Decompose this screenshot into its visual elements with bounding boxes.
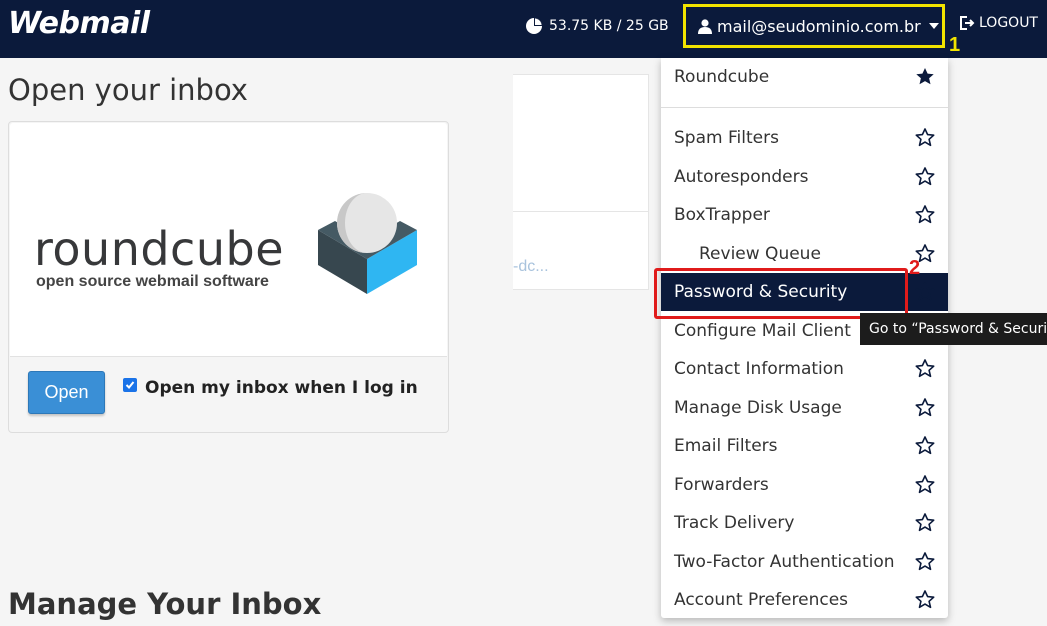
roundcube-wordmark: roundcube: [34, 222, 284, 276]
star-outline-icon[interactable]: [915, 475, 935, 494]
star-outline-icon[interactable]: [915, 398, 935, 417]
logout-icon: [960, 16, 975, 30]
menu-item-contact-information[interactable]: Contact Information: [661, 350, 948, 388]
user-icon: [698, 18, 712, 34]
star-outline-icon[interactable]: [915, 359, 935, 378]
menu-item-label: Contact Information: [674, 359, 844, 379]
disk-usage: 53.75 KB / 25 GB: [525, 14, 669, 38]
star-outline-icon[interactable]: [915, 513, 935, 532]
star-filled-icon[interactable]: [915, 67, 935, 86]
tooltip: Go to “Password & Security”: [860, 313, 1047, 345]
menu-item-account-preferences[interactable]: Account Preferences: [661, 581, 948, 619]
menu-item-label: Email Filters: [674, 436, 778, 456]
star-outline-icon[interactable]: [915, 552, 935, 571]
menu-item-forwarders[interactable]: Forwarders: [661, 466, 948, 504]
menu-divider: [661, 107, 948, 108]
top-navbar: Webmail 53.75 KB / 25 GB mail@seudominio…: [0, 0, 1047, 58]
star-outline-icon[interactable]: [915, 205, 935, 224]
roundcube-logo-icon: [318, 193, 417, 294]
star-outline-icon[interactable]: [915, 167, 935, 186]
disk-usage-text: 53.75 KB / 25 GB: [549, 18, 669, 34]
menu-item-label: Account Preferences: [674, 590, 849, 610]
card-fragment-text: -dc...: [513, 258, 549, 275]
menu-item-manage-disk-usage[interactable]: Manage Disk Usage: [661, 389, 948, 427]
menu-item-label: Configure Mail Client: [674, 321, 851, 341]
annotation-1: 1: [949, 34, 961, 56]
star-outline-icon[interactable]: [915, 128, 935, 147]
star-outline-icon[interactable]: [915, 436, 935, 455]
menu-item-label: Roundcube: [674, 67, 770, 87]
star-outline-icon[interactable]: [915, 590, 935, 609]
user-email: mail@seudominio.com.br: [717, 16, 921, 36]
pie-chart-icon: [526, 18, 542, 34]
menu-item-spam-filters[interactable]: Spam Filters: [661, 119, 948, 157]
card-divider: [513, 211, 648, 212]
menu-item-label: Autoresponders: [674, 167, 809, 187]
star-outline-icon[interactable]: [915, 282, 935, 301]
logout-button[interactable]: LOGOUT: [959, 15, 1038, 31]
menu-item-roundcube[interactable]: Roundcube: [661, 58, 948, 96]
menu-item-label: Forwarders: [674, 475, 769, 495]
highlight-box-password-security: [654, 268, 908, 319]
check-icon: [125, 381, 135, 389]
menu-item-label: Review Queue: [699, 244, 821, 264]
menu-item-label: Two-Factor Authentication: [674, 552, 895, 572]
menu-item-label: Manage Disk Usage: [674, 398, 842, 418]
annotation-2: 2: [909, 257, 921, 279]
auto-open-checkbox[interactable]: [123, 378, 137, 392]
menu-item-label: BoxTrapper: [674, 205, 770, 225]
open-inbox-heading: Open your inbox: [8, 73, 248, 107]
open-inbox-button[interactable]: Open: [28, 371, 105, 414]
roundcube-card: roundcube open source webmail software O…: [8, 121, 449, 433]
chevron-down-icon: [928, 23, 939, 29]
menu-item-two-factor-authentication[interactable]: Two-Factor Authentication: [661, 543, 948, 581]
logout-label: LOGOUT: [979, 15, 1038, 31]
menu-item-label: Track Delivery: [674, 513, 795, 533]
menu-item-autoresponders[interactable]: Autoresponders: [661, 158, 948, 196]
roundcube-tagline: open source webmail software: [36, 273, 269, 290]
menu-item-email-filters[interactable]: Email Filters: [661, 427, 948, 465]
webmail-logo[interactable]: Webmail: [8, 6, 150, 41]
menu-item-track-delivery[interactable]: Track Delivery: [661, 504, 948, 542]
auto-open-option[interactable]: Open my inbox when I log in: [123, 378, 418, 398]
manage-inbox-heading: Manage Your Inbox: [8, 587, 322, 621]
menu-item-label: Spam Filters: [674, 128, 779, 148]
auto-open-label: Open my inbox when I log in: [145, 378, 418, 398]
menu-item-boxtrapper[interactable]: BoxTrapper: [661, 196, 948, 234]
user-menu-button[interactable]: mail@seudominio.com.br: [683, 4, 945, 48]
roundcube-logo-panel: roundcube open source webmail software: [10, 123, 447, 357]
background-card: -dc...: [513, 74, 649, 290]
